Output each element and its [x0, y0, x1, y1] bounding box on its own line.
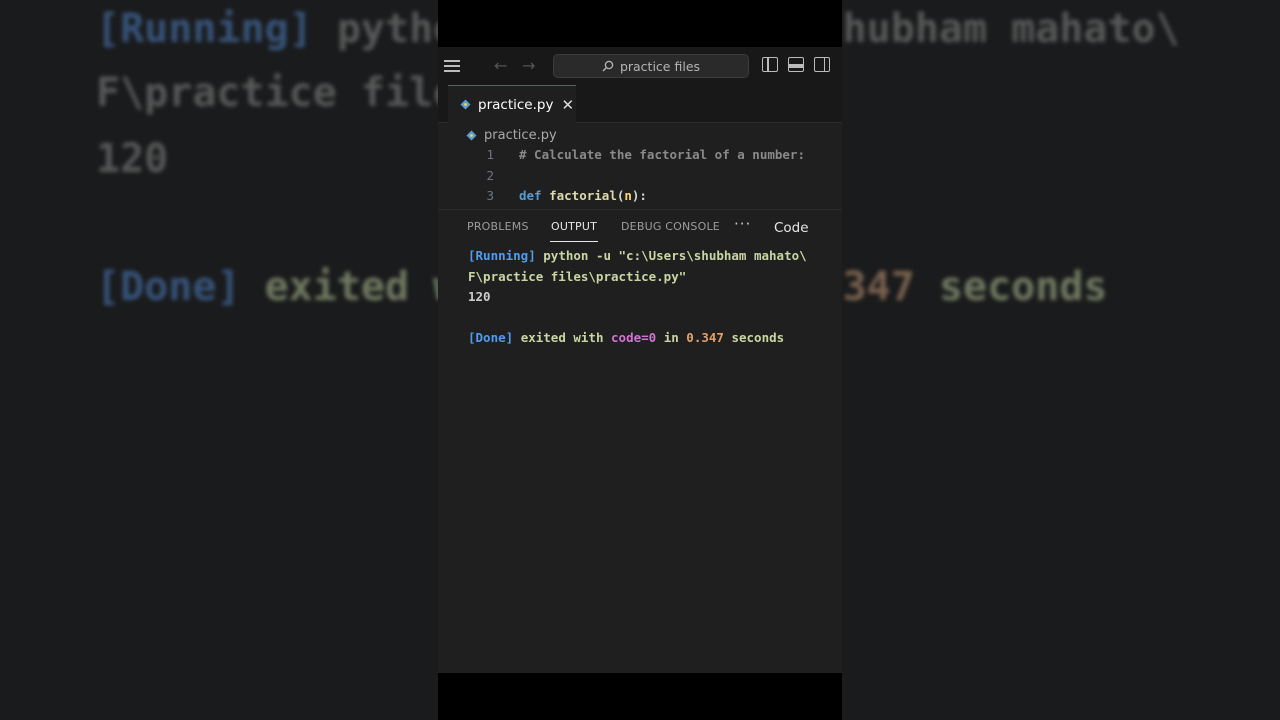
hamburger-menu-icon[interactable] [444, 60, 460, 72]
done-tag: [Done] [468, 330, 514, 345]
command-center-search[interactable]: practice files [553, 54, 749, 78]
toggle-secondary-sidebar-icon[interactable] [814, 57, 830, 72]
bottom-panel: PROBLEMS OUTPUT DEBUG CONSOLE ··· Code [… [438, 209, 842, 673]
python-file-icon [460, 99, 471, 110]
code-line: 1 # Calculate the factorial of a number: [438, 147, 842, 167]
line-number: 2 [486, 168, 494, 183]
code-editor[interactable]: 1 # Calculate the factorial of a number:… [438, 147, 842, 209]
running-command-cont: F\practice files\practice.py" [468, 268, 687, 284]
seconds-text: seconds [731, 330, 785, 345]
code-comment: # Calculate the factorial of a number: [519, 147, 805, 162]
output-log[interactable]: [Running] python -u "c:\Users\shubham ma… [468, 248, 842, 351]
breadcrumb[interactable]: practice.py [466, 125, 557, 145]
in-text: in [663, 330, 679, 345]
running-tag: [Running] [468, 248, 536, 263]
tab-practice-py[interactable]: practice.py ✕ [448, 85, 576, 123]
layout-controls [762, 57, 830, 72]
param-name: n [624, 188, 632, 203]
editor-tab-bar: practice.py ✕ [438, 85, 842, 123]
search-icon [602, 60, 614, 72]
output-channel-select[interactable]: Code [774, 220, 809, 236]
exited-text: exited with [520, 330, 604, 345]
tab-debug-console[interactable]: DEBUG CONSOLE [621, 220, 720, 233]
active-tab-underline [550, 241, 598, 242]
toggle-primary-sidebar-icon[interactable] [762, 57, 778, 72]
forward-arrow-icon[interactable]: → [522, 56, 535, 75]
output-running-line: [Running] python -u "c:\Users\shubham ma… [468, 248, 842, 269]
tab-label: practice.py [478, 96, 554, 113]
result-value: 120 [468, 289, 491, 304]
close-icon[interactable]: ✕ [561, 96, 574, 114]
title-bar: ← → practice files [438, 47, 842, 85]
bg-result-line: 120 [96, 136, 169, 182]
keyword-def: def [519, 188, 542, 203]
panel-tabs: PROBLEMS OUTPUT DEBUG CONSOLE ··· Code [438, 210, 842, 244]
search-placeholder: practice files [619, 58, 701, 74]
vscode-window: ← → practice files practice.py ✕ practic… [438, 47, 842, 673]
running-command: python -u "c:\Users\shubham mahato\ [543, 248, 807, 263]
code-line: 2 [438, 168, 842, 188]
tab-problems[interactable]: PROBLEMS [467, 220, 529, 233]
output-result: 120 [468, 289, 842, 310]
video-strip: ← → practice files practice.py ✕ practic… [438, 0, 842, 720]
paren-close: ): [631, 188, 647, 203]
back-arrow-icon[interactable]: ← [494, 56, 507, 75]
function-name: factorial [549, 188, 617, 203]
output-running-cont: F\practice files\practice.py" [468, 269, 842, 290]
python-file-icon [466, 130, 477, 140]
code-def-line: def factorial(n): [519, 188, 647, 203]
tab-output[interactable]: OUTPUT [551, 220, 597, 233]
exit-code: code=0 [611, 330, 657, 345]
duration-value: 0.347 [686, 330, 724, 345]
output-done-line: [Done] exited with code=0 in 0.347 secon… [468, 330, 842, 351]
toggle-panel-icon[interactable] [788, 57, 804, 72]
line-number: 1 [486, 147, 494, 162]
output-blank [468, 310, 842, 331]
more-icon[interactable]: ··· [734, 215, 751, 233]
line-number: 3 [486, 188, 494, 203]
code-line: 3 def factorial(n): [438, 188, 842, 208]
breadcrumb-file: practice.py [484, 127, 557, 143]
